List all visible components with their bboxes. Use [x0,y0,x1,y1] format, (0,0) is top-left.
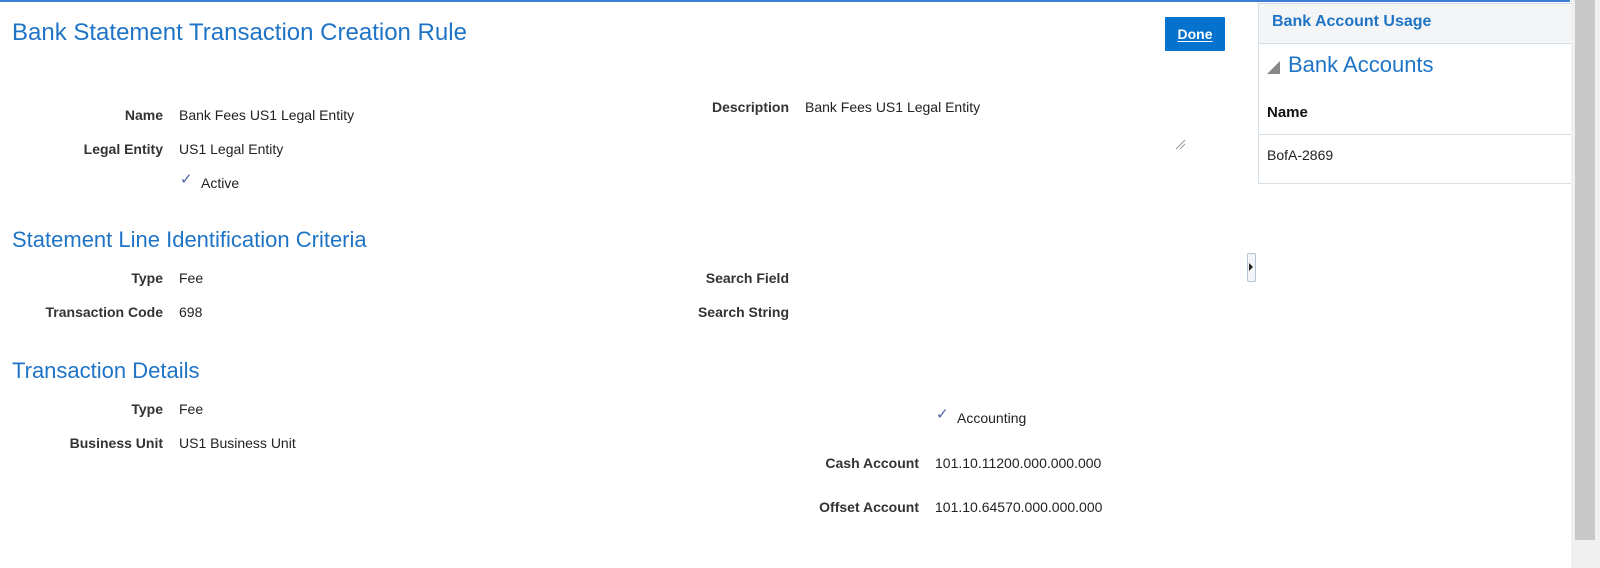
legal-entity-label: Legal Entity [83,141,163,157]
criteria-type-label: Type [131,270,163,286]
table-divider [1259,134,1571,135]
textarea-resize-grip-icon[interactable] [1174,138,1186,150]
cash-account-label: Cash Account [825,455,919,471]
bank-accounts-title: Bank Accounts [1288,52,1434,77]
panel-header: Bank Account Usage [1259,4,1571,44]
triangle-collapse-icon[interactable] [1267,60,1280,74]
name-label: Name [124,107,163,123]
page-title: Bank Statement Transaction Creation Rule [12,19,467,46]
scrollbar-thumb[interactable] [1575,0,1595,540]
transaction-details-section-title: Transaction Details [12,358,200,383]
right-arrow-icon [1249,263,1253,271]
active-label: Active [201,175,240,191]
business-unit-value: US1 Business Unit [179,435,296,451]
offset-account-label: Offset Account [819,499,919,515]
transaction-code-label: Transaction Code [45,304,163,320]
active-checkmark-icon: ✓ [180,171,193,188]
search-field-label: Search Field [705,270,789,286]
legal-entity-value: US1 Legal Entity [179,141,284,157]
search-string-label: Search String [697,304,789,320]
accounting-label: Accounting [957,410,1027,426]
bank-account-usage-panel: Bank Account Usage Bank Accounts Name Bo… [1258,3,1572,184]
description-label: Description [711,99,789,115]
business-unit-label: Business Unit [69,435,163,451]
column-header-name: Name [1267,104,1308,121]
offset-account-value: 101.10.64570.000.000.000 [935,499,1103,515]
accounting-checkmark-icon: ✓ [936,406,949,423]
criteria-type-value: Fee [179,270,204,286]
bank-accounts-toggle[interactable]: Bank Accounts [1267,52,1434,78]
transaction-code-value: 698 [179,304,203,320]
details-type-value: Fee [179,401,204,417]
cash-account-value: 101.10.11200.000.000.000 [935,455,1102,471]
top-accent-line [0,0,1570,2]
description-value: Bank Fees US1 Legal Entity [805,99,981,115]
panel-toggle-button[interactable] [1247,253,1256,282]
details-type-label: Type [131,401,163,417]
criteria-section-title: Statement Line Identification Criteria [12,227,367,252]
done-button[interactable]: Done [1165,17,1225,51]
name-value: Bank Fees US1 Legal Entity [179,107,355,123]
table-row[interactable]: BofA-2869 [1267,147,1333,163]
